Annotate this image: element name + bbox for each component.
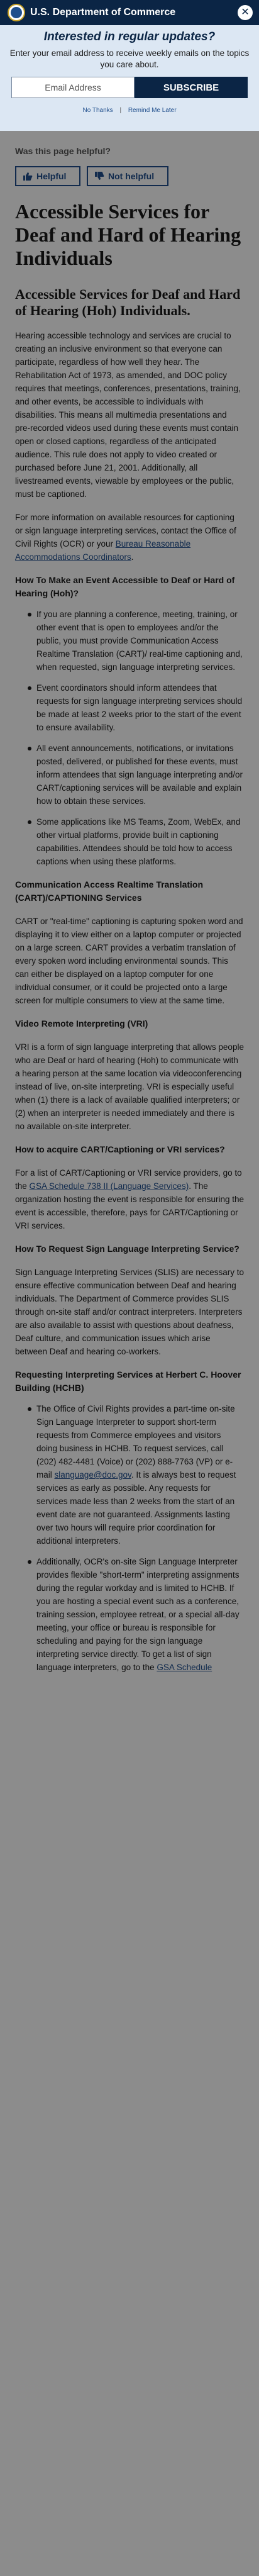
email-input[interactable]	[11, 77, 135, 98]
heading-cart: Communication Access Realtime Translatio…	[15, 879, 204, 903]
event-bullet-list: If you are planning a conference, meetin…	[15, 608, 244, 868]
signup-form: SUBSCRIBE	[0, 77, 259, 98]
no-thanks-link[interactable]: No Thanks	[82, 107, 113, 114]
feedback-buttons: Helpful Not helpful	[15, 166, 244, 186]
main-content: Was this page helpful? Helpful Not helpf…	[0, 131, 259, 1681]
helpful-label: Helpful	[36, 171, 67, 181]
remind-later-link[interactable]: Remind Me Later	[128, 107, 177, 114]
thumbs-up-icon	[23, 172, 33, 181]
slanguage-email-link[interactable]: slanguage@doc.gov	[55, 1470, 131, 1480]
heading-acquire: How to acquire CART/Captioning or VRI se…	[15, 1144, 225, 1154]
vri-paragraph: VRI is a form of sign language interpret…	[15, 1042, 244, 1131]
list-item: If you are planning a conference, meetin…	[28, 608, 244, 674]
agency-title: U.S. Department of Commerce	[30, 7, 176, 18]
not-helpful-button[interactable]: Not helpful	[87, 166, 168, 186]
helpful-button[interactable]: Helpful	[15, 166, 80, 186]
list-item: The Office of Civil Rights provides a pa…	[28, 1402, 244, 1547]
heading-vri: Video Remote Interpreting (VRI)	[15, 1018, 148, 1029]
link-separator: |	[119, 107, 122, 114]
list-item: Additionally, OCR's on-site Sign Languag…	[28, 1555, 244, 1674]
agency-banner: U.S. Department of Commerce ✕	[0, 0, 259, 25]
heading-hchb: Requesting Interpreting Services at Herb…	[15, 1369, 241, 1393]
hchb-bullet-list: The Office of Civil Rights provides a pa…	[15, 1402, 244, 1674]
gsa-schedule-link-2[interactable]: GSA Schedule	[157, 1663, 212, 1672]
page-title: Accessible Services for Deaf and Hard of…	[15, 200, 241, 269]
feedback-question: Was this page helpful?	[15, 146, 111, 156]
slis-paragraph: Sign Language Interpreting Services (SLI…	[15, 1268, 244, 1356]
not-helpful-label: Not helpful	[108, 171, 155, 181]
popup-links: No Thanks | Remind Me Later	[0, 107, 259, 114]
heading-event-accessible: How To Make an Event Accessible to Deaf …	[15, 575, 235, 598]
email-signup-popup: Interested in regular updates? Enter you…	[0, 25, 259, 131]
acquire-paragraph: For a list of CART/Captioning or VRI ser…	[15, 1168, 244, 1230]
close-popup-button[interactable]: ✕	[238, 5, 253, 20]
popup-heading: Interested in regular updates?	[43, 30, 216, 43]
doc-seal-logo	[8, 4, 25, 21]
cart-paragraph: CART or "real-time" captioning is captur…	[15, 917, 243, 1005]
gsa-schedule-link[interactable]: GSA Schedule 738 II (Language Services)	[30, 1181, 189, 1191]
section-title: Accessible Services for Deaf and Hard of…	[15, 286, 241, 318]
intro-paragraph: Hearing accessible technology and servic…	[15, 331, 241, 499]
list-item: Event coordinators should inform attende…	[28, 681, 244, 734]
thumbs-down-icon	[95, 172, 104, 180]
info-paragraph: For more information on available resour…	[15, 513, 236, 562]
heading-slis: How To Request Sign Language Interpretin…	[15, 1244, 240, 1254]
popup-description: Enter your email address to receive week…	[9, 48, 250, 69]
subscribe-button[interactable]: SUBSCRIBE	[135, 77, 248, 98]
list-item: All event announcements, notifications, …	[28, 742, 244, 808]
list-item: Some applications like MS Teams, Zoom, W…	[28, 815, 244, 868]
